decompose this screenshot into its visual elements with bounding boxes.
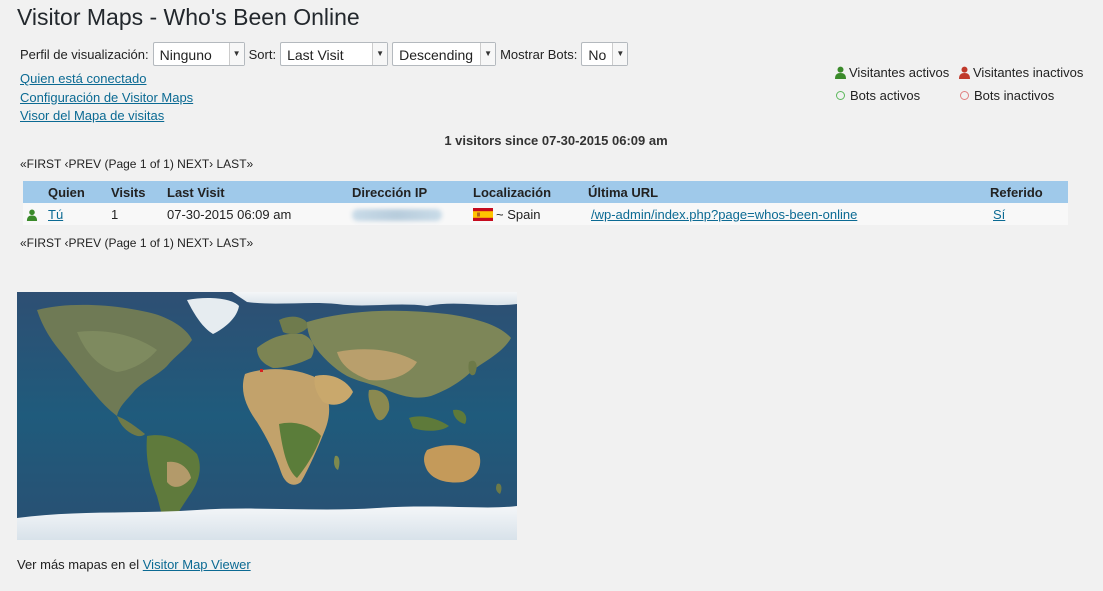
row-ip [352, 203, 473, 225]
more-maps-text: Ver más mapas en el [17, 557, 140, 572]
row-who: Tú [48, 203, 111, 225]
referer-link[interactable]: Sí [993, 207, 1005, 222]
active-visitors-label: Visitantes activos [849, 65, 950, 80]
order-select-value: Descending [399, 47, 474, 63]
world-map[interactable] [17, 292, 517, 540]
bots-select[interactable]: No ▼ [581, 42, 629, 66]
select-arrow-icon: ▼ [612, 43, 628, 65]
header-who: Quien [48, 181, 111, 203]
sort-select-value: Last Visit [287, 47, 344, 63]
filter-bar: Perfil de visualización: Ninguno ▼ Sort:… [20, 41, 632, 67]
active-visitor-icon [26, 209, 38, 222]
order-select[interactable]: Descending ▼ [392, 42, 497, 66]
select-arrow-icon: ▼ [228, 43, 244, 65]
legend: Visitantes activos Visitantes inactivos … [834, 61, 1083, 107]
profile-select[interactable]: Ninguno ▼ [152, 42, 245, 66]
row-referer: Sí [990, 203, 1068, 225]
row-location: ~ Spain [473, 203, 588, 225]
header-last-url: Última URL [588, 181, 990, 203]
row-visits: 1 [111, 203, 167, 225]
visitors-table: Quien Visits Last Visit Dirección IP Loc… [23, 181, 1068, 225]
active-bot-icon [836, 91, 845, 100]
last-url-link[interactable]: /wp-admin/index.php?page=whos-been-onlin… [591, 207, 857, 222]
config-link[interactable]: Configuración de Visitor Maps [20, 89, 193, 108]
bots-select-value: No [588, 47, 607, 63]
inactive-visitors-label: Visitantes inactivos [973, 65, 1084, 80]
location-text: ~ Spain [496, 206, 541, 222]
spain-flag-icon [473, 207, 493, 221]
inactive-visitor-icon [958, 66, 971, 79]
nav-links: Quien está conectado Configuración de Vi… [20, 70, 193, 126]
select-arrow-icon: ▼ [372, 43, 388, 65]
who-link[interactable]: Tú [48, 207, 63, 222]
page-title: Visitor Maps - Who's Been Online [17, 4, 360, 30]
sort-label: Sort: [248, 46, 277, 62]
profile-select-value: Ninguno [159, 47, 212, 63]
visitors-summary: 1 visitors since 07-30-2015 06:09 am [444, 133, 668, 148]
header-last-visit: Last Visit [167, 181, 352, 203]
pager-bottom[interactable]: «FIRST ‹PREV (Page 1 of 1) NEXT› LAST» [20, 236, 253, 250]
row-last-url: /wp-admin/index.php?page=whos-been-onlin… [588, 203, 990, 225]
row-last-visit: 07-30-2015 06:09 am [167, 203, 352, 225]
select-arrow-icon: ▼ [480, 43, 496, 65]
header-referer: Referido [990, 181, 1068, 203]
active-visitor-icon [834, 66, 847, 79]
sort-select[interactable]: Last Visit ▼ [280, 42, 389, 66]
header-ip: Dirección IP [352, 181, 473, 203]
row-status [23, 203, 48, 225]
who-online-link[interactable]: Quien está conectado [20, 70, 193, 89]
header-location: Localización [473, 181, 588, 203]
bots-label: Mostrar Bots: [500, 46, 578, 62]
visitor-map-viewer-link[interactable]: Visitor Map Viewer [143, 557, 251, 572]
profile-label: Perfil de visualización: [20, 46, 149, 62]
active-bots-label: Bots activos [850, 88, 921, 103]
table-header-row: Quien Visits Last Visit Dirección IP Loc… [23, 181, 1068, 203]
inactive-bots-label: Bots inactivos [974, 88, 1055, 103]
pager-top[interactable]: «FIRST ‹PREV (Page 1 of 1) NEXT› LAST» [20, 157, 253, 171]
map-viewer-link[interactable]: Visor del Mapa de visitas [20, 107, 193, 126]
ip-address-blurred [352, 209, 442, 222]
header-status [23, 181, 48, 203]
more-maps-line: Ver más mapas en el Visitor Map Viewer [17, 557, 251, 572]
visitor-marker[interactable] [260, 369, 263, 372]
inactive-bot-icon [960, 91, 969, 100]
table-row: Tú 1 07-30-2015 06:09 am ~ Spain /wp-adm… [23, 203, 1068, 225]
header-visits: Visits [111, 181, 167, 203]
